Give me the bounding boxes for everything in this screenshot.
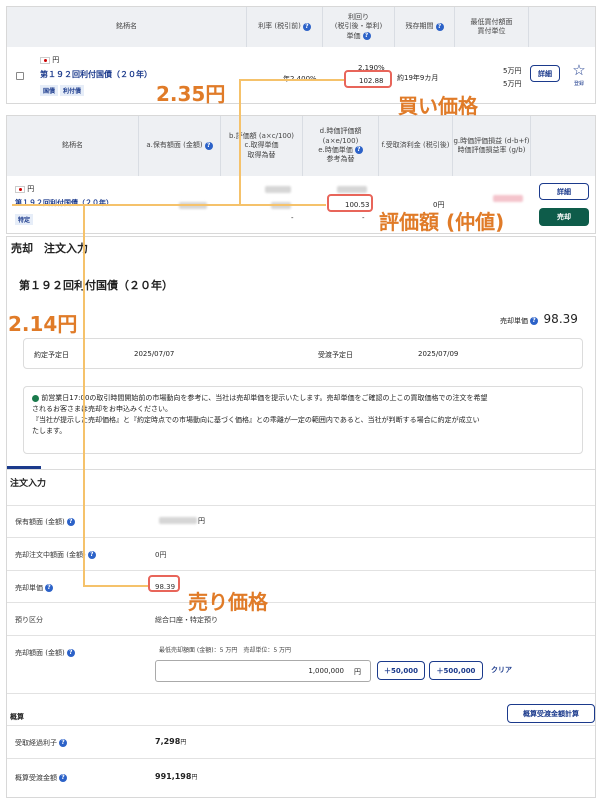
row-held: 保有額面 (金額)? 円 [7, 505, 595, 537]
row-interest: 受取経過利子? 7,298円 [7, 725, 595, 758]
section-divider [7, 469, 595, 470]
col-header-face: a.保有額面 (金額)? [139, 116, 221, 176]
dates-box: 約定予定日 2025/07/07 受渡予定日 2025/07/09 [23, 338, 583, 369]
interest-value: 7,298円 [155, 737, 187, 746]
bond-currency: 円 [40, 55, 59, 65]
sell-button[interactable]: 売却 [539, 208, 589, 226]
eval-price-highlight [327, 194, 373, 212]
help-icon[interactable]: ? [66, 518, 75, 526]
plus-50000-button[interactable]: ＋50,000 [377, 661, 425, 680]
page-title: 売却 注文入力 [11, 242, 88, 255]
help-icon[interactable]: ? [87, 551, 96, 559]
help-icon[interactable]: ? [530, 316, 538, 325]
masked-eval-value [265, 186, 291, 193]
help-icon[interactable]: ? [45, 584, 53, 592]
connector-line [83, 585, 149, 587]
tax-category-tag: 特定 [15, 214, 35, 225]
settle-date-label: 受渡予定日 [318, 351, 353, 359]
row-custody: 預り区分 総合口座・特定預り [7, 602, 595, 635]
sell-order-panel: 売却 注文入力 第１９２回利付国債（２０年） 売却単価? 98.39 約定予定日… [6, 236, 596, 798]
japan-flag-icon [40, 56, 50, 64]
estimate-divider [7, 693, 595, 694]
sell-price-highlight [148, 575, 180, 592]
japan-flag-icon [15, 185, 25, 193]
buy-price-annotation: 買い価格 [398, 94, 478, 118]
col-header-min: 最低買付額面 買付単位 [455, 7, 529, 47]
trade-date: 2025/07/07 [134, 350, 175, 358]
estimate-title: 概算 [10, 713, 24, 721]
dash-value: - [362, 214, 365, 222]
help-icon[interactable]: ? [362, 31, 371, 40]
bond-title: 第１９２回利付国債（２０年） [19, 279, 173, 292]
held-unit: 円 [198, 517, 205, 525]
help-icon[interactable]: ? [354, 146, 363, 154]
eval-annotation: 評価額 (仲値) [379, 210, 505, 234]
bond-name-link[interactable]: 第１９２回利付国債（２０年） [40, 69, 152, 80]
row-total: 概算受渡金額? 991,198円 [7, 758, 595, 797]
col-header-name: 銘柄名 [7, 7, 247, 47]
bond-currency: 円 [15, 184, 34, 194]
settle-date: 2025/07/09 [418, 350, 459, 358]
bond-unit: 5万円 [503, 80, 522, 88]
masked-pl-value [493, 195, 523, 202]
col-header-received: f.受取済利金 (税引後) [379, 116, 453, 176]
sell-price-annotation: 売り価格 [188, 590, 268, 614]
trade-date-label: 約定予定日 [34, 351, 69, 359]
section-title: 注文入力 [10, 479, 47, 489]
col-header-mark: d.時価評価額 (a×e/100) e.時価単価? 参考為替 [303, 116, 379, 176]
estimate-calc-button[interactable]: 概算受渡金額計算 [507, 704, 595, 723]
col-header-yield: 利回り (税引後・単利) 単価? [323, 7, 395, 47]
bond-name-link[interactable]: 第１９２回利付国債（２０年） [15, 198, 113, 208]
help-icon[interactable]: ? [59, 774, 67, 782]
col-header-rate: 利率 (税引前)? [247, 7, 323, 47]
row-checkbox[interactable] [16, 72, 24, 80]
col-header-actions [531, 116, 595, 176]
amount-note: 最低売却額面 (金額)：5 万円 売却単位：5 万円 [159, 647, 292, 654]
masked-mark-value [337, 186, 367, 193]
total-value: 991,198円 [155, 772, 198, 781]
plus-500000-button[interactable]: ＋500,000 [429, 661, 483, 680]
masked-held-amount [159, 517, 197, 524]
holdings-panel: 銘柄名 a.保有額面 (金額)? b.評価額 (a×c/100) c.取得単価 … [6, 115, 596, 234]
bond-tags: 国債 利付債 [40, 85, 86, 96]
connector-line [239, 79, 346, 81]
amount-input[interactable]: 1,000,000 円 [155, 660, 371, 682]
clear-link[interactable]: クリア [491, 665, 512, 675]
detail-button[interactable]: 詳細 [539, 183, 589, 200]
help-icon[interactable]: ? [302, 23, 311, 31]
bond-min-amount: 5万円 [503, 67, 522, 75]
col-header-term: 残存期間? [395, 7, 455, 47]
star-icon: ☆ [572, 61, 586, 79]
help-icon[interactable]: ? [204, 142, 213, 150]
register-favorite[interactable]: ☆ 登録 [567, 62, 591, 90]
buy-diff-annotation: 2.35円 [156, 82, 226, 106]
notice-box: 前営業日17:00の取引時間開始前の市場動向を参考に、当社は売却単価を提示いたし… [23, 386, 583, 454]
help-icon[interactable]: ? [66, 649, 75, 657]
col-header-eval: b.評価額 (a×c/100) c.取得単価 取得為替 [221, 116, 303, 176]
dash-value: - [291, 214, 294, 222]
connector-line [83, 204, 85, 586]
detail-button[interactable]: 詳細 [530, 65, 560, 82]
col-header-actions [529, 7, 595, 47]
info-icon [32, 394, 39, 402]
help-icon[interactable]: ? [59, 739, 67, 747]
row-amount: 売却額面 (金額)? 最低売却額面 (金額)：5 万円 売却単位：5 万円 1,… [7, 635, 595, 693]
help-icon[interactable]: ? [435, 23, 444, 31]
sell-diff-annotation: 2.14円 [8, 312, 78, 336]
connector-line [239, 79, 241, 205]
row-pending: 売却注文中額面 (金額)? 0円 [7, 537, 595, 570]
col-header-pl: g.時価評価損益 (d-b+f) 時価評価損益率 (g/b) [453, 116, 531, 176]
buy-list-panel: 銘柄名 利率 (税引前)? 利回り (税引後・単利) 単価? 残存期間? 最低買… [6, 6, 596, 104]
sell-price-summary: 売却単価? 98.39 [500, 312, 578, 326]
bond-term: 約19年9カ月 [397, 74, 439, 82]
buy-price-highlight [344, 70, 392, 88]
col-header-name: 銘柄名 [7, 116, 139, 176]
connector-line [12, 204, 326, 206]
tag-ritsukisai: 利付債 [60, 85, 85, 96]
tag-kokusai: 国債 [40, 85, 59, 96]
